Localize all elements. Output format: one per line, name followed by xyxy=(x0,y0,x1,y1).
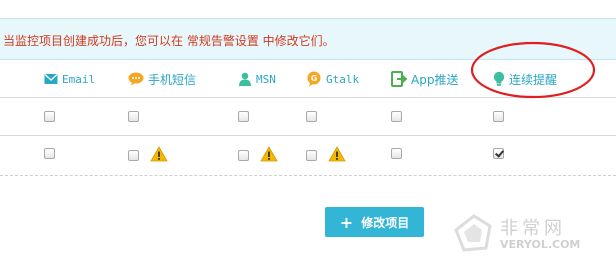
column-msn: MSN xyxy=(238,70,276,88)
continuous-reminder-checkbox[interactable] xyxy=(493,148,504,159)
warning-icon xyxy=(150,146,168,162)
warning-icon xyxy=(328,146,346,162)
warning-icon xyxy=(260,146,278,162)
msn-checkbox[interactable] xyxy=(238,111,249,122)
svg-text:G: G xyxy=(311,74,318,83)
column-label: Gtalk xyxy=(326,72,360,86)
table-row xyxy=(0,98,616,136)
email-icon xyxy=(44,74,58,84)
column-label: App推送 xyxy=(411,72,459,87)
column-label: MSN xyxy=(256,72,276,86)
gtalk-checkbox[interactable] xyxy=(306,111,317,122)
sms-icon xyxy=(128,72,144,86)
plus-icon: + xyxy=(339,212,354,232)
gtalk-icon: G xyxy=(307,71,321,87)
column-app-push: App推送 xyxy=(391,70,458,88)
email-checkbox[interactable] xyxy=(44,111,55,122)
modify-project-label: 修改项目 xyxy=(361,215,410,230)
table-row xyxy=(0,136,616,176)
app-push-icon xyxy=(391,71,407,87)
watermark-text: 非常网 xyxy=(500,218,566,239)
msn-icon xyxy=(239,72,251,86)
column-sms: 手机短信 xyxy=(128,70,196,88)
column-email: Email xyxy=(44,70,95,88)
sms-checkbox[interactable] xyxy=(128,111,139,122)
column-label: Email xyxy=(62,72,96,86)
msn-checkbox[interactable] xyxy=(238,150,249,161)
column-gtalk: G Gtalk xyxy=(306,70,359,88)
email-checkbox[interactable] xyxy=(44,148,55,159)
app-push-checkbox[interactable] xyxy=(391,111,402,122)
sms-checkbox[interactable] xyxy=(128,150,139,161)
annotation-circle xyxy=(470,41,596,99)
app-push-checkbox[interactable] xyxy=(391,148,402,159)
gtalk-checkbox[interactable] xyxy=(306,150,317,161)
continuous-reminder-checkbox[interactable] xyxy=(493,111,504,122)
notice-text: 当监控项目创建成功后，您可以在 常规告警设置 中修改它们。 xyxy=(3,34,335,48)
watermark-domain: VERYOL.COM xyxy=(500,238,581,251)
column-label: 手机短信 xyxy=(148,72,197,87)
modify-project-button[interactable]: + 修改项目 xyxy=(325,207,424,237)
